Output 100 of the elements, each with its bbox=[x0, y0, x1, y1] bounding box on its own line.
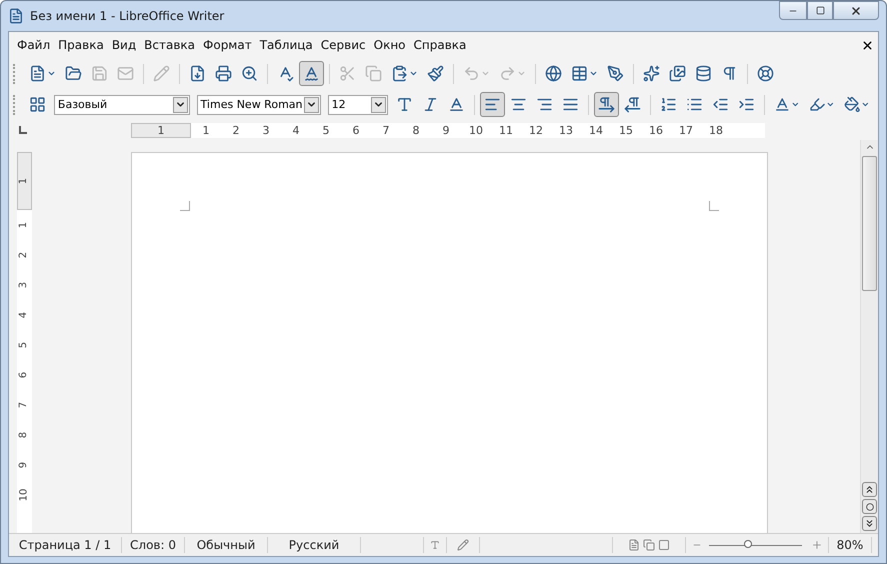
lifebuoy-icon bbox=[757, 65, 774, 82]
combo-box[interactable]: Базовый bbox=[54, 94, 190, 114]
menu-item[interactable]: Вставка bbox=[140, 36, 200, 54]
pen-icon bbox=[607, 65, 624, 82]
underlined-a-icon bbox=[448, 96, 465, 113]
vertical-scrollbar[interactable] bbox=[860, 140, 878, 533]
caret-icon bbox=[589, 69, 598, 78]
numbered-list-icon bbox=[660, 96, 677, 113]
combo-box[interactable]: 12 bbox=[328, 94, 388, 114]
double-down-icon bbox=[864, 518, 875, 529]
folder-icon bbox=[65, 65, 82, 82]
ruler-number: 6 bbox=[17, 372, 30, 378]
caret-icon bbox=[861, 100, 870, 109]
scissors-icon bbox=[339, 65, 356, 82]
align-right-icon bbox=[536, 96, 553, 113]
pencil-icon bbox=[153, 65, 170, 82]
ruler-number: 18 bbox=[708, 124, 724, 136]
toolbar-button[interactable] bbox=[594, 92, 619, 117]
previous-page-button[interactable] bbox=[862, 482, 877, 497]
menu-item[interactable]: Формат bbox=[199, 36, 256, 54]
caret-icon bbox=[517, 69, 526, 78]
close-document-icon[interactable] bbox=[861, 38, 874, 52]
caret-icon bbox=[826, 100, 835, 109]
paint-bucket-icon bbox=[844, 96, 860, 113]
ruler-number: 17 bbox=[678, 124, 694, 136]
ruler-number: 9 bbox=[442, 124, 450, 136]
ruler-number: 1 bbox=[156, 124, 166, 136]
document-icon bbox=[8, 8, 24, 24]
undo-icon bbox=[463, 65, 480, 82]
ruler-number: 4 bbox=[292, 124, 300, 136]
styles-icon bbox=[28, 96, 46, 113]
globe-icon bbox=[545, 65, 562, 82]
ruler-number: 2 bbox=[232, 124, 240, 136]
menu-item[interactable]: Файл bbox=[13, 36, 54, 54]
bullet-list-icon bbox=[686, 96, 703, 113]
menu-item[interactable]: Таблица bbox=[256, 36, 317, 54]
corner-mark bbox=[709, 201, 719, 211]
database-icon bbox=[695, 65, 712, 82]
font-color-icon bbox=[774, 96, 790, 113]
window-title: Без имени 1 - LibreOffice Writer bbox=[30, 9, 224, 23]
ruler-number: 5 bbox=[322, 124, 330, 136]
scroll-thumb[interactable] bbox=[862, 156, 877, 291]
ruler-number: 6 bbox=[352, 124, 360, 136]
ruler-number: 5 bbox=[17, 342, 30, 348]
clipboard-icon bbox=[391, 65, 408, 82]
close-button[interactable] bbox=[833, 1, 879, 20]
menu-item[interactable]: Вид bbox=[108, 36, 140, 54]
ruler-number: 1 bbox=[17, 178, 30, 184]
ruler-number: 16 bbox=[648, 124, 664, 136]
increase-indent-icon bbox=[738, 96, 755, 113]
left-to-right-icon bbox=[598, 96, 615, 113]
right-to-left-icon bbox=[624, 96, 641, 113]
ruler-number: 10 bbox=[17, 488, 30, 502]
pilcrow-icon bbox=[721, 65, 738, 82]
redo-icon bbox=[499, 65, 516, 82]
caret-icon bbox=[481, 69, 490, 78]
caret-icon bbox=[791, 100, 800, 109]
new-document-icon bbox=[29, 65, 46, 82]
save-icon bbox=[91, 65, 108, 82]
ruler-number: 3 bbox=[262, 124, 270, 136]
printer-icon bbox=[215, 65, 232, 82]
two-pages-icon[interactable] bbox=[643, 539, 655, 551]
ruler-number: 14 bbox=[588, 124, 604, 136]
maximize-icon bbox=[816, 6, 824, 15]
ruler-number: 2 bbox=[17, 252, 30, 258]
ruler-number: 4 bbox=[17, 312, 30, 318]
decrease-indent-icon bbox=[712, 96, 729, 113]
toolbar-button[interactable] bbox=[299, 61, 324, 86]
menu-item[interactable]: Правка bbox=[54, 36, 108, 54]
caret-icon bbox=[409, 69, 418, 78]
copy-icon bbox=[365, 65, 382, 82]
envelope-icon bbox=[117, 65, 134, 82]
ruler-number: 9 bbox=[17, 462, 30, 468]
ruler-number: 7 bbox=[17, 402, 30, 408]
zoom-percent: 80% bbox=[836, 538, 864, 552]
images-icon bbox=[669, 65, 686, 82]
combo-box[interactable]: Times New Roman bbox=[196, 94, 321, 114]
close-icon bbox=[850, 4, 862, 16]
zoom-thumb[interactable] bbox=[744, 540, 752, 548]
circle-icon bbox=[866, 502, 874, 510]
menu-item[interactable]: Окно bbox=[370, 36, 410, 54]
single-page-icon[interactable] bbox=[628, 539, 640, 551]
ruler-number: 10 bbox=[468, 124, 484, 136]
ruler-number: 3 bbox=[17, 282, 30, 288]
ruler-number: 12 bbox=[528, 124, 544, 136]
menu-item[interactable]: Справка bbox=[410, 36, 470, 54]
next-page-button[interactable] bbox=[862, 516, 877, 531]
word-count: Слов: 0 bbox=[130, 538, 176, 552]
toolbar-button[interactable] bbox=[480, 92, 505, 117]
ruler-number: 15 bbox=[618, 124, 634, 136]
page-style: Обычный bbox=[196, 538, 256, 552]
corner-mark bbox=[180, 201, 190, 211]
double-up-icon bbox=[864, 484, 875, 495]
sparkle-icon bbox=[643, 65, 660, 82]
menu-item[interactable]: Сервис bbox=[316, 36, 370, 54]
caret-icon bbox=[47, 69, 56, 78]
navigation-button[interactable] bbox=[862, 499, 877, 514]
maximize-button[interactable] bbox=[807, 1, 833, 20]
ruler-number: 8 bbox=[412, 124, 420, 136]
ruler-number: 7 bbox=[382, 124, 390, 136]
